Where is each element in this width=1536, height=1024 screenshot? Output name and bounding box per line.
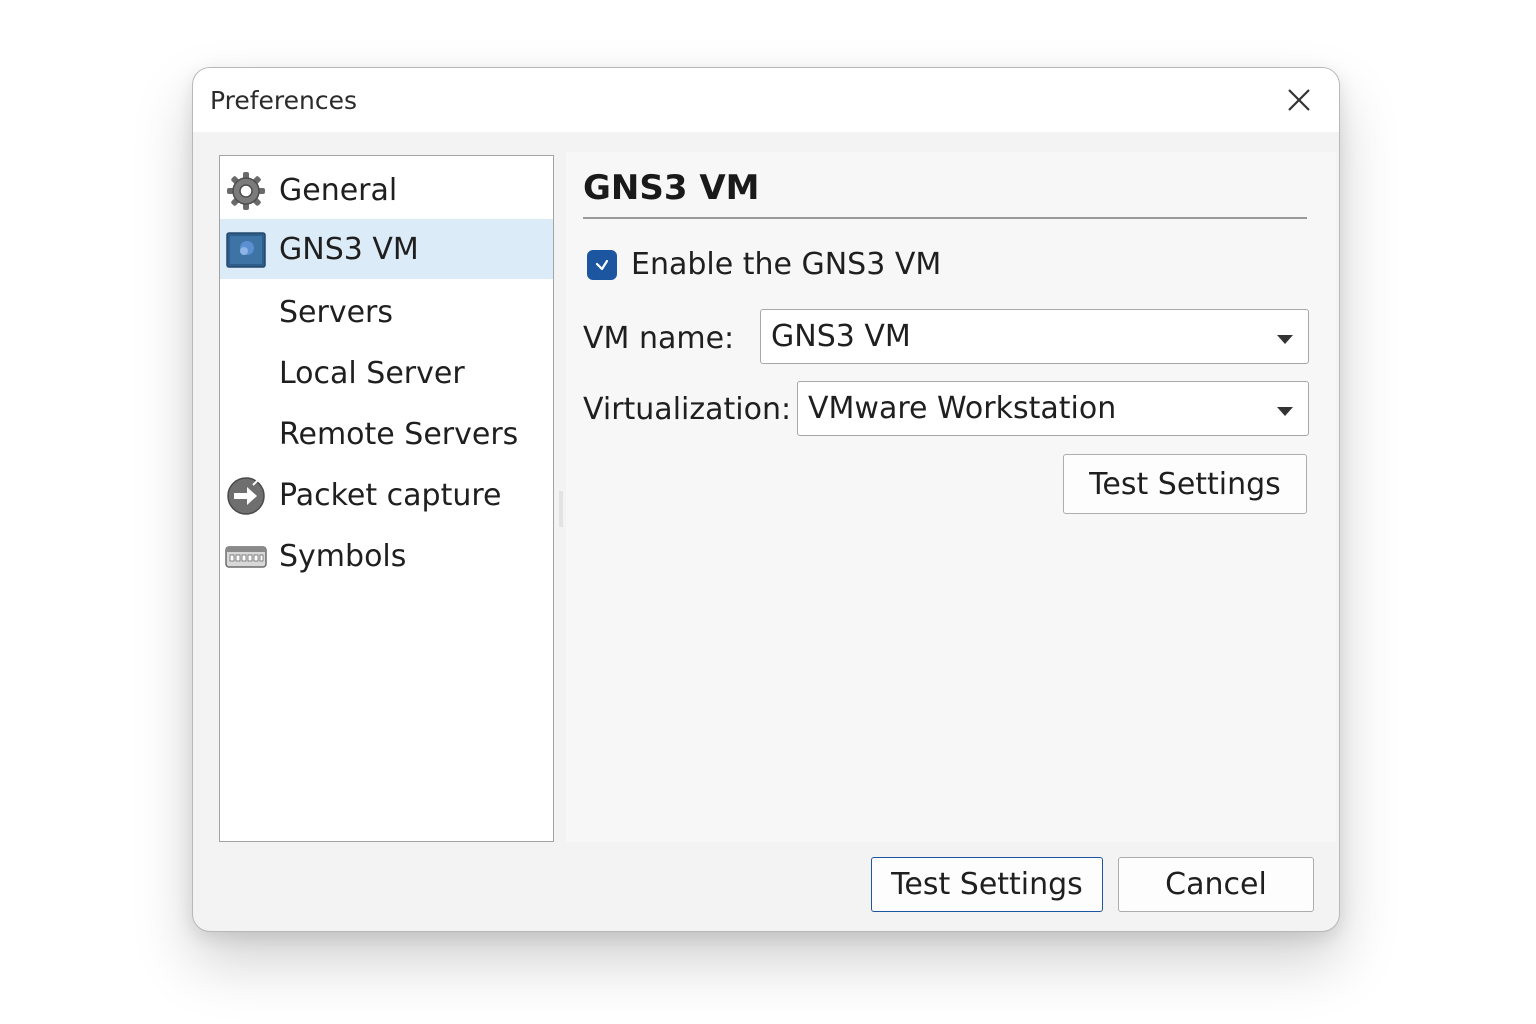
gns3-vm-icon [225,229,267,271]
gear-icon [225,170,267,212]
vm-name-label: VM name: [583,321,735,356]
footer-test-settings-button[interactable]: Test Settings [871,857,1103,912]
panel-title: GNS3 VM [583,168,760,208]
settings-panel: GNS3 VM Enable the GNS3 VM VM name: GNS3… [566,152,1336,842]
symbols-icon [225,536,267,578]
sidebar-item-symbols[interactable]: Symbols [220,526,553,586]
chevron-down-icon [1276,402,1294,416]
sidebar-item-servers[interactable]: Servers [220,282,553,342]
sidebar-item-label: Packet capture [279,478,502,513]
sidebar-item-label: Servers [279,295,394,330]
preferences-dialog: Preferences General GNS3 VM Servers Loca… [192,67,1340,932]
checkmark-icon [595,259,609,271]
title-divider [583,217,1307,219]
close-button[interactable] [1281,82,1317,118]
sidebar-item-label: GNS3 VM [279,232,419,267]
sidebar-item-gns3-vm[interactable]: GNS3 VM [220,219,553,279]
virtualization-select[interactable]: VMware Workstation [797,381,1309,436]
sidebar-item-label: Remote Servers [279,417,519,452]
vm-name-select[interactable]: GNS3 VM [760,309,1309,364]
sidebar-item-packet-capture[interactable]: Packet capture [220,465,553,525]
panel-test-settings-button[interactable]: Test Settings [1063,454,1307,514]
virtualization-value: VMware Workstation [808,391,1117,426]
window-title: Preferences [210,86,358,115]
splitter-handle[interactable] [559,491,563,527]
sidebar-item-remote-servers[interactable]: Remote Servers [220,404,553,464]
cancel-button[interactable]: Cancel [1118,857,1314,912]
title-bar: Preferences [193,68,1339,132]
sidebar-item-label: Local Server [279,356,465,391]
enable-gns3-vm-label[interactable]: Enable the GNS3 VM [631,247,941,282]
packet-capture-icon [225,475,267,517]
preferences-sidebar: General GNS3 VM Servers Local Server Rem… [219,155,554,842]
vm-name-value: GNS3 VM [771,319,911,354]
sidebar-item-local-server[interactable]: Local Server [220,343,553,403]
virtualization-label: Virtualization: [583,392,792,427]
sidebar-item-label: General [279,173,398,208]
enable-gns3-vm-checkbox[interactable] [587,250,617,280]
close-icon [1288,89,1310,111]
chevron-down-icon [1276,330,1294,344]
sidebar-item-general[interactable]: General [220,160,553,220]
sidebar-item-label: Symbols [279,539,407,574]
